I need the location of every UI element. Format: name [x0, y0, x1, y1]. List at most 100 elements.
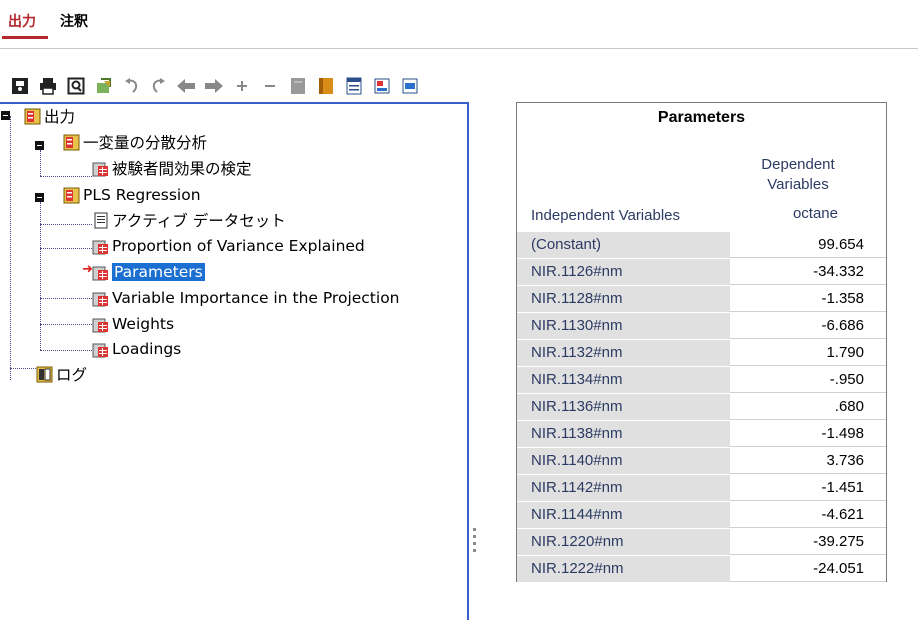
- tree-item-parameters[interactable]: Parameters: [92, 260, 205, 284]
- insert-heading-icon[interactable]: [344, 76, 364, 96]
- undo-icon[interactable]: [122, 76, 142, 96]
- tree-label-active-dataset: アクティブ データセット: [112, 212, 286, 230]
- table-row[interactable]: NIR.1222#nm -24.051: [517, 555, 886, 582]
- print-preview-icon[interactable]: [66, 76, 86, 96]
- anova-book-icon: [63, 134, 80, 151]
- table-icon: [92, 160, 109, 177]
- table-icon: [92, 316, 109, 333]
- row-value: 3.736: [730, 448, 886, 474]
- row-value: -4.621: [730, 502, 886, 528]
- row-label: NIR.1138#nm: [517, 421, 730, 447]
- table-header: Parameters Dependent Variables Independe…: [517, 103, 886, 224]
- collapse-toggle-pls[interactable]: [35, 193, 44, 202]
- print-icon[interactable]: [38, 76, 58, 96]
- dep-header-line1: Dependent: [761, 156, 835, 173]
- row-label: NIR.1136#nm: [517, 394, 730, 420]
- table-row[interactable]: NIR.1140#nm 3.736: [517, 447, 886, 474]
- collapse-icon[interactable]: [260, 76, 280, 96]
- row-label: NIR.1142#nm: [517, 475, 730, 501]
- collapse-toggle-root[interactable]: [1, 111, 10, 120]
- row-value: .680: [730, 394, 886, 420]
- table-row[interactable]: NIR.1128#nm -1.358: [517, 285, 886, 312]
- log-book-icon: [36, 366, 53, 383]
- forward-icon[interactable]: [204, 76, 224, 96]
- pls-book-icon: [63, 187, 80, 204]
- pane-splitter-handle[interactable]: [473, 528, 477, 560]
- row-value: -24.051: [730, 556, 886, 582]
- table-icon: [92, 264, 109, 281]
- table-icon: [92, 290, 109, 307]
- table-row[interactable]: (Constant) 99.654: [517, 231, 886, 258]
- back-icon[interactable]: [176, 76, 196, 96]
- independent-variables-header: Independent Variables: [531, 207, 681, 224]
- row-label: NIR.1126#nm: [517, 259, 730, 285]
- tree-item-output[interactable]: 出力: [24, 104, 75, 128]
- tree-item-loadings[interactable]: Loadings: [92, 337, 181, 361]
- tree-label-output: 出力: [44, 108, 76, 126]
- tree-item-log[interactable]: ログ: [36, 362, 87, 386]
- tree-item-pls[interactable]: PLS Regression: [63, 183, 201, 207]
- row-label: NIR.1140#nm: [517, 448, 730, 474]
- row-value: -39.275: [730, 529, 886, 555]
- row-label: NIR.1134#nm: [517, 367, 730, 393]
- table-row[interactable]: NIR.1220#nm -39.275: [517, 528, 886, 555]
- save-icon[interactable]: [10, 76, 30, 96]
- table-row[interactable]: NIR.1138#nm -1.498: [517, 420, 886, 447]
- tree-item-weights[interactable]: Weights: [92, 312, 174, 336]
- parameters-table: Parameters Dependent Variables Independe…: [516, 102, 887, 582]
- row-value: 1.790: [730, 340, 886, 366]
- tree-label-anova-tests: 被験者間効果の検定: [112, 160, 252, 178]
- table-row[interactable]: NIR.1144#nm -4.621: [517, 501, 886, 528]
- tree-item-vip[interactable]: Variable Importance in the Projection: [92, 286, 400, 310]
- tree-label-proportion: Proportion of Variance Explained: [112, 237, 365, 255]
- row-label: NIR.1222#nm: [517, 556, 730, 582]
- tree-label-vip: Variable Importance in the Projection: [112, 289, 400, 307]
- hide-icon[interactable]: [316, 76, 336, 96]
- row-value: -.950: [730, 367, 886, 393]
- table-title: Parameters: [657, 109, 746, 126]
- note-icon: [92, 212, 109, 229]
- table-row[interactable]: NIR.1134#nm -.950: [517, 366, 886, 393]
- table-row[interactable]: NIR.1136#nm .680: [517, 393, 886, 420]
- output-book-icon: [24, 108, 41, 125]
- tree-item-anova[interactable]: 一変量の分散分析: [63, 130, 207, 154]
- show-icon[interactable]: [288, 76, 308, 96]
- tree-item-anova-tests[interactable]: 被験者間効果の検定: [92, 156, 252, 180]
- collapse-toggle-anova[interactable]: [35, 141, 44, 150]
- tree-label-anova: 一変量の分散分析: [83, 134, 208, 152]
- row-value: 99.654: [730, 232, 886, 258]
- tree-label-loadings: Loadings: [112, 340, 182, 358]
- table-row[interactable]: NIR.1126#nm -34.332: [517, 258, 886, 285]
- table-icon: [92, 238, 109, 255]
- row-value: -1.358: [730, 286, 886, 312]
- tree-label-weights: Weights: [112, 315, 175, 333]
- export-icon[interactable]: [94, 76, 114, 96]
- table-row[interactable]: NIR.1132#nm 1.790: [517, 339, 886, 366]
- tree-item-active-dataset[interactable]: アクティブ データセット: [92, 208, 286, 232]
- table-icon: [92, 341, 109, 358]
- tree-label-log: ログ: [56, 366, 88, 384]
- tab-output[interactable]: 出力: [2, 11, 48, 39]
- table-row[interactable]: NIR.1130#nm -6.686: [517, 312, 886, 339]
- dependent-variable-name: octane: [792, 205, 838, 222]
- row-label: NIR.1130#nm: [517, 313, 730, 339]
- row-label: NIR.1128#nm: [517, 286, 730, 312]
- table-body: (Constant) 99.654 NIR.1126#nm -34.332 NIR.11…: [517, 231, 886, 582]
- row-value: -1.451: [730, 475, 886, 501]
- tree-item-proportion[interactable]: Proportion of Variance Explained: [92, 234, 365, 258]
- tab-annotation[interactable]: 注釈: [60, 11, 88, 31]
- tab-bar: 出力 注釈: [0, 0, 918, 49]
- outline-pane[interactable]: 出力 一変量の分散分析 被験者間効果の検定 PLS Regression アクテ…: [0, 102, 469, 620]
- insert-title-icon[interactable]: [372, 76, 392, 96]
- row-label: NIR.1144#nm: [517, 502, 730, 528]
- table-row[interactable]: NIR.1142#nm -1.451: [517, 474, 886, 501]
- row-label: NIR.1220#nm: [517, 529, 730, 555]
- tree-label-pls: PLS Regression: [83, 186, 201, 204]
- expand-icon[interactable]: [232, 76, 252, 96]
- row-label: (Constant): [517, 232, 730, 258]
- row-value: -1.498: [730, 421, 886, 447]
- dependent-variables-header: Dependent Variables: [748, 155, 848, 195]
- row-label: NIR.1132#nm: [517, 340, 730, 366]
- redo-icon[interactable]: [148, 76, 168, 96]
- insert-text-icon[interactable]: [400, 76, 420, 96]
